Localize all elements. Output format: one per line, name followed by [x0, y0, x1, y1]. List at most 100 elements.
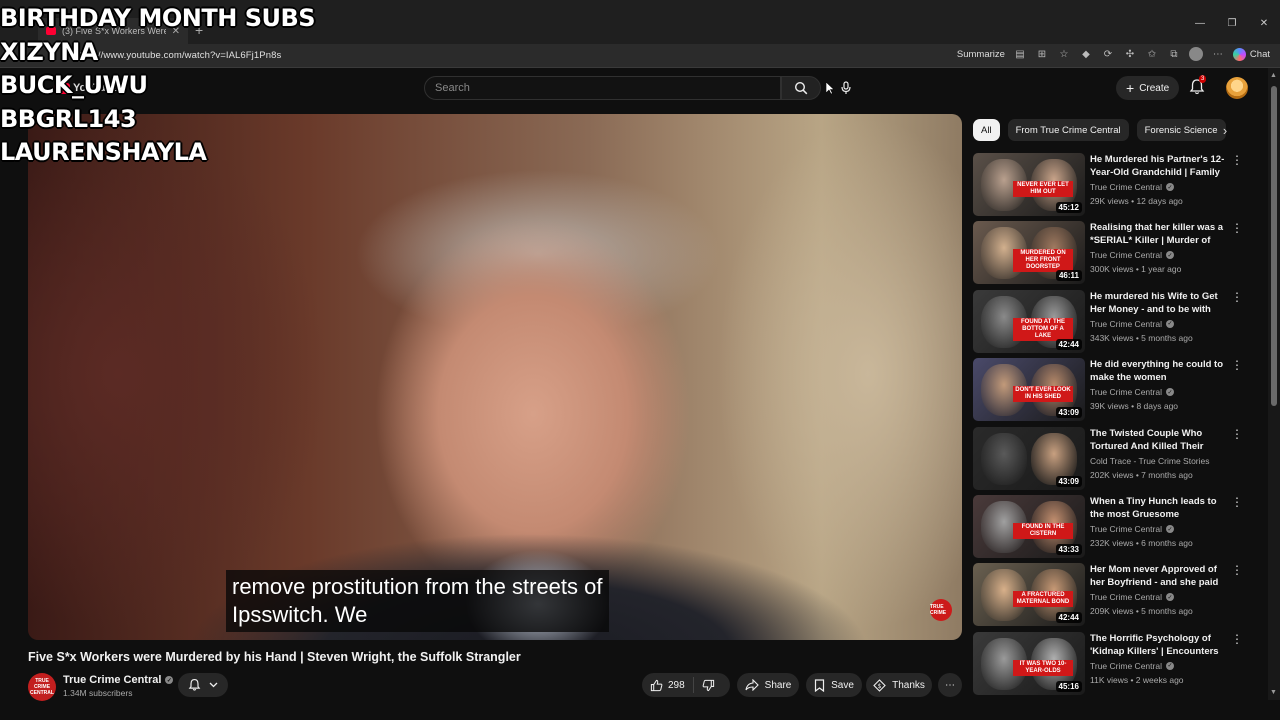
more-vertical-icon[interactable]: ⋮ — [1231, 221, 1243, 235]
copilot-chat-button[interactable]: Chat — [1232, 47, 1270, 61]
chip-all[interactable]: All — [973, 119, 1000, 141]
channel-name: True Crime Central — [1090, 524, 1162, 534]
notifications-button[interactable]: 3 — [1189, 75, 1209, 98]
subscription-notifications-button[interactable] — [178, 673, 228, 697]
user-avatar[interactable] — [1226, 77, 1248, 99]
chip-forensic-science[interactable]: Forensic Science — [1136, 119, 1226, 141]
chevron-down-icon — [209, 682, 218, 688]
chevron-right-icon[interactable]: › — [1217, 122, 1233, 138]
refresh-extension-icon[interactable]: ⟳ — [1101, 47, 1115, 61]
related-video-item[interactable]: FOUND IN THE CISTERN 43:33 When a Tiny Hun… — [973, 495, 1243, 559]
video-thumbnail[interactable]: A FRACTURED MATERNAL BOND 42:44 — [973, 563, 1085, 627]
related-video-meta: 343K views • 5 months ago — [1090, 332, 1193, 343]
page-scrollbar[interactable]: ▲ ▼ — [1268, 68, 1280, 700]
related-video-channel[interactable]: True Crime Central ✓ — [1090, 387, 1174, 397]
more-vertical-icon[interactable]: ⋮ — [1231, 358, 1243, 372]
related-video-item[interactable]: FOUND AT THE BOTTOM OF A LAKE 42:44 He mur… — [973, 289, 1243, 354]
chip-from-channel[interactable]: From True Crime Central — [1007, 119, 1129, 141]
video-captions: remove prostitution from the streets of … — [226, 570, 609, 632]
verified-check-icon: ✓ — [1165, 388, 1174, 397]
related-video-title[interactable]: He Murdered his Partner's 12-Year-Old Gr… — [1090, 153, 1225, 179]
related-video-channel[interactable]: Cold Trace - True Crime Stories — [1090, 456, 1210, 466]
video-thumbnail[interactable]: FOUND AT THE BOTTOM OF A LAKE 42:44 — [973, 289, 1085, 353]
thumbnail-caption: IT WAS TWO 10-YEAR-OLDS — [1013, 659, 1073, 676]
related-video-item[interactable]: NEVER EVER LET HIM OUT 45:12 He Murdered h… — [973, 153, 1243, 217]
related-video-title[interactable]: When a Tiny Hunch leads to the most Grue… — [1090, 495, 1225, 521]
scroll-up-arrow-icon[interactable]: ▲ — [1270, 72, 1277, 79]
thumbnail-caption: FOUND IN THE CISTERN — [1013, 523, 1073, 539]
dislike-button[interactable] — [694, 679, 723, 692]
more-menu-icon[interactable]: ⋯ — [1211, 47, 1225, 61]
app-window: (3) Five S*x Workers Were Mu... ✕ + — ❐ … — [0, 0, 1280, 720]
overlay-heading: BIRTHDAY MONTH SUBS — [0, 4, 316, 32]
search-button[interactable] — [781, 76, 821, 100]
more-vertical-icon[interactable]: ⋮ — [1231, 290, 1243, 304]
related-video-channel[interactable]: True Crime Central ✓ — [1090, 592, 1174, 602]
reader-icon[interactable]: ▤ — [1013, 47, 1027, 61]
caption-line: remove prostitution from the streets of — [232, 574, 603, 599]
related-video-title[interactable]: The Twisted Couple Who Tortured And Kill… — [1090, 427, 1225, 453]
more-vertical-icon[interactable]: ⋮ — [1231, 563, 1243, 577]
scrollbar-thumb[interactable] — [1271, 86, 1277, 406]
related-video-item[interactable]: DON'T EVER LOOK IN HIS SHED 43:09 He did e… — [973, 358, 1243, 422]
related-video-title[interactable]: He murdered his Wife to Get Her Money - … — [1090, 290, 1225, 316]
related-video-item[interactable]: 43:09 The Twisted Couple Who Tortured And… — [973, 426, 1243, 491]
video-duration: 43:09 — [1055, 407, 1082, 419]
more-actions-button[interactable]: ⋯ — [938, 673, 962, 697]
apps-icon[interactable]: ⊞ — [1035, 47, 1049, 61]
related-video-item[interactable]: IT WAS TWO 10-YEAR-OLDS 45:16 The Horrific… — [973, 631, 1243, 696]
maximize-button[interactable]: ❐ — [1216, 18, 1248, 29]
caption-line: Ipsswitch. We — [232, 602, 368, 627]
overlay-subscriber-name: BUCK_UWU — [0, 71, 148, 99]
video-thumbnail[interactable]: MURDERED ON HER FRONT DOORSTEP 46:11 — [973, 221, 1085, 285]
favorites-icon[interactable]: ✩ — [1145, 47, 1159, 61]
more-horizontal-icon: ⋯ — [945, 679, 955, 691]
close-window-button[interactable]: ✕ — [1248, 18, 1280, 29]
related-video-title[interactable]: He did everything he could to make the w… — [1090, 358, 1225, 384]
minimize-button[interactable]: — — [1184, 18, 1216, 29]
more-vertical-icon[interactable]: ⋮ — [1231, 495, 1243, 509]
verified-check-icon: ✓ — [1165, 183, 1174, 191]
create-button[interactable]: + Create — [1116, 76, 1180, 100]
like-button[interactable]: 298 — [642, 677, 694, 693]
related-video-channel[interactable]: True Crime Central ✓ — [1090, 182, 1174, 192]
more-vertical-icon[interactable]: ⋮ — [1231, 153, 1243, 167]
video-thumbnail[interactable]: NEVER EVER LET HIM OUT 45:12 — [973, 153, 1085, 216]
extension-icon[interactable]: ◆ — [1079, 47, 1093, 61]
voice-search-button[interactable] — [834, 76, 858, 100]
related-video-channel[interactable]: True Crime Central ✓ — [1090, 319, 1174, 329]
search-input[interactable] — [425, 77, 780, 99]
video-thumbnail[interactable]: 43:09 — [973, 426, 1085, 490]
related-video-channel[interactable]: True Crime Central ✓ — [1090, 524, 1174, 534]
channel-name-link[interactable]: True Crime Central ✓ — [63, 674, 174, 686]
video-thumbnail[interactable]: FOUND IN THE CISTERN 43:33 — [973, 495, 1085, 558]
share-button[interactable]: Share — [737, 673, 799, 697]
related-video-meta: 300K views • 1 year ago — [1090, 264, 1182, 275]
related-video-channel[interactable]: True Crime Central ✓ — [1090, 661, 1174, 671]
summarize-button[interactable]: Summarize — [957, 49, 1005, 60]
mouse-cursor-icon — [826, 82, 834, 95]
related-video-channel[interactable]: True Crime Central ✓ — [1090, 250, 1174, 260]
related-video-title[interactable]: Her Mom never Approved of her Boyfriend … — [1090, 563, 1225, 589]
microphone-icon — [841, 81, 851, 94]
puzzle-extensions-icon[interactable]: ✣ — [1123, 47, 1137, 61]
video-thumbnail[interactable]: IT WAS TWO 10-YEAR-OLDS 45:16 — [973, 631, 1085, 695]
related-video-title[interactable]: Realising that her killer was a *SERIAL*… — [1090, 221, 1225, 247]
video-player[interactable]: remove prostitution from the streets of … — [28, 114, 962, 640]
scroll-down-arrow-icon[interactable]: ▼ — [1270, 689, 1277, 696]
favorite-star-icon[interactable]: ☆ — [1057, 47, 1071, 61]
save-button[interactable]: Save — [806, 673, 862, 697]
thanks-button[interactable]: $ Thanks — [866, 673, 932, 697]
related-video-title[interactable]: The Horrific Psychology of 'Kidnap Kille… — [1090, 632, 1225, 658]
collections-icon[interactable]: ⧉ — [1167, 47, 1181, 61]
channel-watermark[interactable]: TRUE CRIME — [930, 599, 952, 621]
video-duration: 45:16 — [1055, 680, 1082, 692]
related-video-item[interactable]: A FRACTURED MATERNAL BOND 42:44 Her Mom ne… — [973, 563, 1243, 627]
profile-avatar[interactable] — [1188, 47, 1203, 61]
channel-avatar[interactable]: TRUE CRIME CENTRAL — [28, 673, 56, 701]
video-thumbnail[interactable]: DON'T EVER LOOK IN HIS SHED 43:09 — [973, 358, 1085, 422]
more-vertical-icon[interactable]: ⋮ — [1231, 427, 1243, 441]
bookmark-icon — [814, 678, 825, 692]
related-video-item[interactable]: MURDERED ON HER FRONT DOORSTEP 46:11 Reali… — [973, 221, 1243, 285]
more-vertical-icon[interactable]: ⋮ — [1231, 632, 1243, 646]
